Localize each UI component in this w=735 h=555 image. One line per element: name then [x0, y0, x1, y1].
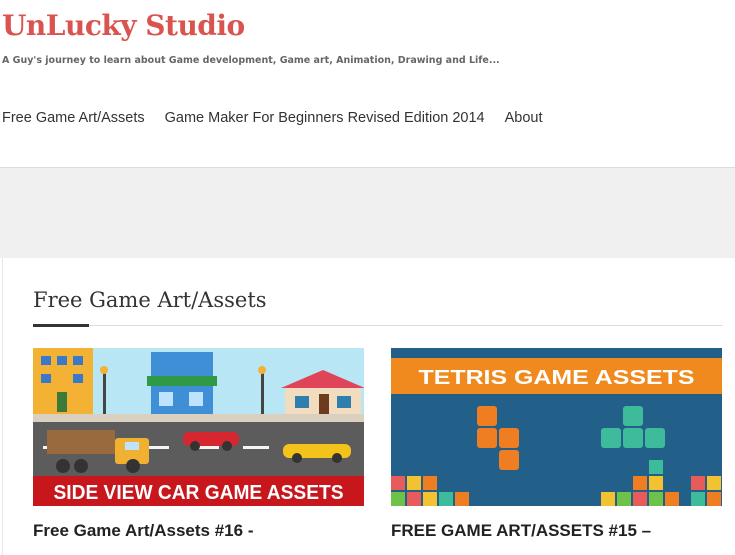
nav-item-free-game-art[interactable]: Free Game Art/Assets [2, 110, 145, 126]
section-divider [33, 325, 723, 326]
site-header: UnLucky Studio A Guy's journey to learn … [0, 0, 735, 168]
header-band [0, 168, 735, 258]
nav-item-about[interactable]: About [505, 110, 543, 126]
main-nav: Free Game Art/Assets Game Maker For Begi… [2, 110, 563, 126]
post-card-15: TETRIS GAME ASSETS FREE GAME ART/ASSETS … [391, 348, 722, 541]
post-title[interactable]: FREE GAME ART/ASSETS #15 – [391, 521, 722, 541]
post-title[interactable]: Free Game Art/Assets #16 - [33, 521, 364, 541]
section-divider-accent [33, 324, 89, 327]
content-area: Free Game Art/Assets SIDE VIEW CAR GAME … [2, 258, 735, 555]
thumbnail-banner-text: SIDE VIEW CAR GAME ASSETS [54, 482, 344, 504]
site-title[interactable]: UnLucky Studio [2, 9, 245, 42]
thumbnail-banner-text: TETRIS GAME ASSETS [419, 367, 695, 389]
post-thumbnail-car-assets[interactable]: SIDE VIEW CAR GAME ASSETS [33, 348, 364, 506]
post-card-16: SIDE VIEW CAR GAME ASSETS Free Game Art/… [33, 348, 364, 541]
site-tagline: A Guy's journey to learn about Game deve… [2, 55, 500, 66]
post-thumbnail-tetris-assets[interactable]: TETRIS GAME ASSETS [391, 348, 722, 506]
section-title: Free Game Art/Assets [33, 288, 267, 312]
nav-item-game-maker-beginners[interactable]: Game Maker For Beginners Revised Edition… [165, 110, 485, 126]
